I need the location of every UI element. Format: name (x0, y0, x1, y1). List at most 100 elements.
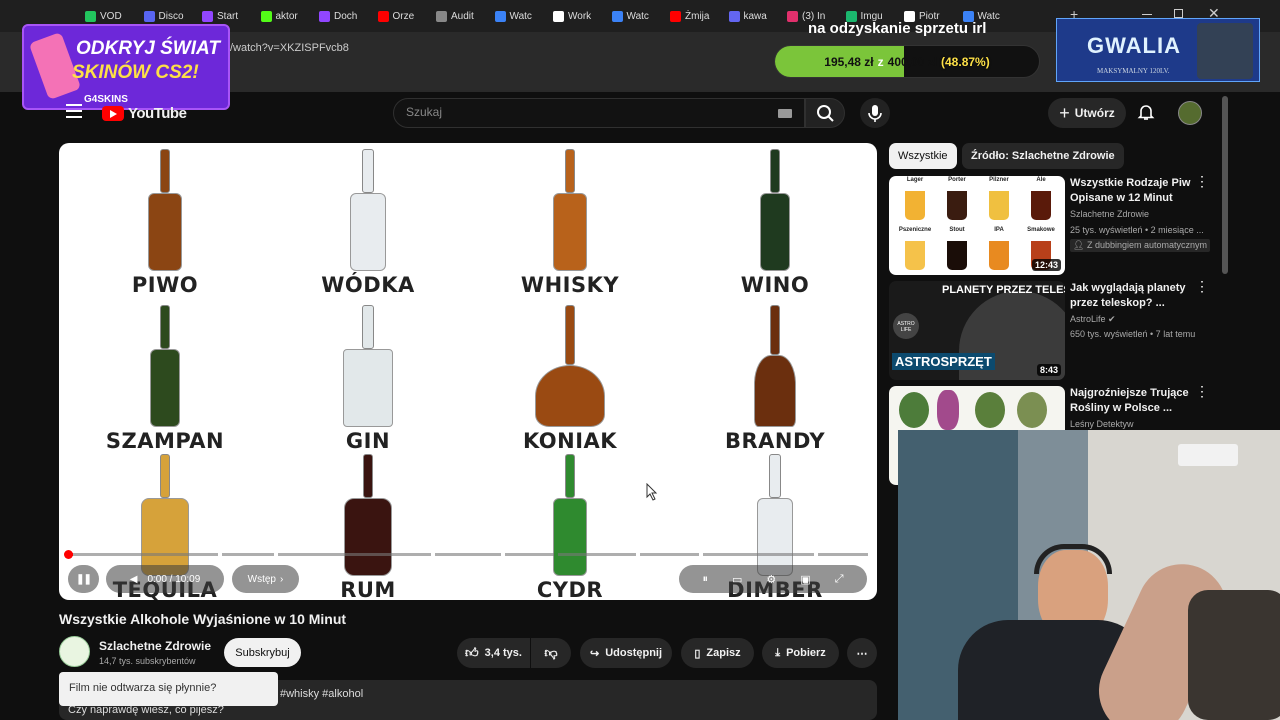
video-thumbnail[interactable]: PLANETY PRZEZ TELESKOP ASTRO LIFE ASTROS… (889, 281, 1065, 380)
menu-icon[interactable] (66, 104, 82, 118)
play-pause-button[interactable]: ❚❚ (68, 565, 99, 593)
url-text[interactable]: /watch?v=XKZISPFvcb8 (230, 42, 349, 54)
channel-avatar[interactable] (59, 636, 90, 667)
video-player[interactable]: PIWO WÓDKA WHISKY WINO SZAMPAN GIN KONIAK BRAND… (59, 143, 877, 600)
gwalia-subtitle: MAKSYMALNY 120LV. (1097, 67, 1170, 75)
recommended-title: Najgroźniejsze Trujące Rośliny w Polsce … (1070, 387, 1189, 414)
playback-help-tooltip[interactable]: Film nie odtwarza się płynnie? (59, 672, 278, 706)
tab-label: kawa (743, 10, 767, 22)
progress-scrubber[interactable] (64, 550, 73, 559)
bottle-label: KONIAK (522, 429, 618, 453)
beer-glass-icon (947, 236, 967, 270)
chapter-segment[interactable] (640, 553, 699, 556)
search-box[interactable] (393, 98, 805, 128)
fullscreen-icon[interactable]: ⤢ (835, 573, 844, 586)
browser-tab[interactable]: Work (553, 6, 607, 26)
more-icon: ⋯ (856, 647, 868, 660)
youtube-logo[interactable]: YouTube (102, 105, 187, 122)
chapter-segment[interactable] (68, 553, 218, 556)
recommended-video[interactable]: Lager Porter Pilzner Ale Pszeniczne Stout IPA S… (889, 174, 1219, 276)
browser-tab[interactable]: kawa (728, 6, 783, 26)
bottle-neck (769, 454, 781, 498)
bottle-neck (160, 305, 170, 349)
save-button[interactable]: ▯ Zapisz (681, 638, 754, 668)
create-button[interactable]: + Utwórz (1048, 98, 1126, 128)
subscribe-button[interactable]: Subskrybuj (224, 638, 301, 667)
bottle-neck (565, 149, 575, 193)
chapter-segment[interactable] (703, 553, 814, 556)
thumb-title: PLANETY PRZEZ TELESKOP (942, 284, 1065, 296)
beer-glass-icon (1031, 186, 1051, 220)
volume-icon[interactable]: ◀ (130, 574, 138, 585)
description-hashtags[interactable]: #whisky #alkohol (280, 688, 363, 700)
browser-tab[interactable]: Orze (377, 6, 432, 26)
download-button[interactable]: ⤓ Pobierz (762, 638, 839, 668)
bottle-cider (553, 454, 587, 576)
bottle-neck (160, 149, 170, 193)
chapter-segment[interactable] (435, 553, 501, 556)
more-options-icon[interactable]: ⋮ (1195, 384, 1209, 398)
share-button[interactable]: ↪ Udostępnij (580, 638, 672, 668)
chapter-segment[interactable] (558, 553, 636, 556)
channel-name[interactable]: Szlachetne Zdrowie (99, 639, 211, 653)
bottle-tequila (141, 454, 189, 576)
chapter-segment[interactable] (818, 553, 868, 556)
more-options-icon[interactable]: ⋮ (1195, 174, 1209, 188)
search-button[interactable] (805, 98, 845, 128)
recommended-meta: 650 tys. wyświetleń • 7 lat temu (1070, 329, 1196, 339)
miniplayer-icon[interactable]: ▣ (800, 573, 810, 586)
like-button[interactable]: 👍︎ 3,4 tys. (457, 638, 530, 668)
keyboard-icon[interactable] (778, 109, 792, 118)
video-thumbnail[interactable]: Lager Porter Pilzner Ale Pszeniczne Stout IPA S… (889, 176, 1065, 275)
browser-tab[interactable]: Doch (319, 6, 373, 26)
tab-favicon-icon (728, 10, 740, 22)
progress-bar[interactable] (68, 553, 868, 556)
beer-glass-icon (905, 236, 925, 270)
bottle-neck (770, 149, 780, 193)
chapter-segment[interactable] (278, 553, 431, 556)
search-input[interactable] (406, 105, 766, 119)
more-options-icon[interactable]: ⋮ (1195, 279, 1209, 293)
chapter-button[interactable]: Wstęp › (232, 565, 299, 593)
chip-source[interactable]: Źródło: Szlachetne Zdrowie (962, 143, 1124, 169)
more-actions-button[interactable]: ⋯ (847, 638, 877, 668)
browser-tab[interactable]: Żmija (670, 6, 724, 26)
tab-label: Orze (392, 10, 415, 22)
chapter-segment[interactable] (505, 553, 554, 556)
browser-tab[interactable]: Disco (143, 6, 198, 26)
bottle-label: WÓDKA (321, 273, 415, 297)
browser-tab[interactable]: Watc (611, 6, 666, 26)
minimize-icon[interactable] (1142, 14, 1152, 15)
volume-time-group[interactable]: ◀ 0:00 / 10:09 (106, 565, 224, 593)
tab-favicon-icon (202, 10, 213, 22)
mouse-cursor-icon (646, 483, 658, 501)
beer-glass-icon (905, 186, 925, 220)
browser-tab[interactable]: Watc (494, 6, 549, 26)
browser-tab[interactable]: Start (202, 6, 256, 26)
beer-type-label: Ale (1036, 177, 1046, 183)
settings-icon[interactable]: ⚙ (766, 573, 776, 586)
bottle-neck (362, 149, 374, 193)
channel-label: AstroLife (1070, 314, 1106, 324)
account-avatar[interactable] (1178, 101, 1202, 125)
dislike-button[interactable]: 👎︎ (531, 638, 571, 668)
notifications-button[interactable] (1136, 102, 1156, 122)
voice-search-button[interactable] (860, 98, 890, 128)
goal-sep: z (877, 54, 884, 69)
astrolife-badge: ASTRO LIFE (893, 313, 919, 339)
subtitles-icon[interactable]: ▭ (732, 573, 742, 586)
bottle-body (350, 193, 386, 271)
bottle-label: WINO (740, 273, 810, 297)
browser-tab[interactable]: aktor (260, 6, 315, 26)
recommended-video[interactable]: PLANETY PRZEZ TELESKOP ASTRO LIFE ASTROS… (889, 279, 1219, 381)
sidebar-scrollbar[interactable] (1222, 96, 1228, 274)
maximize-icon[interactable] (1174, 9, 1183, 18)
browser-tab[interactable]: Audit (436, 6, 490, 26)
autoplay-toggle[interactable]: ⏸ (703, 573, 709, 586)
chip-all[interactable]: Wszystkie (889, 143, 957, 169)
browser-tab[interactable]: VOD (85, 6, 139, 26)
chapter-segment[interactable] (222, 553, 274, 556)
bottle-label: BRANDY (724, 429, 826, 453)
search-icon (817, 105, 834, 122)
goal-percent: (48.87%) (941, 54, 990, 69)
